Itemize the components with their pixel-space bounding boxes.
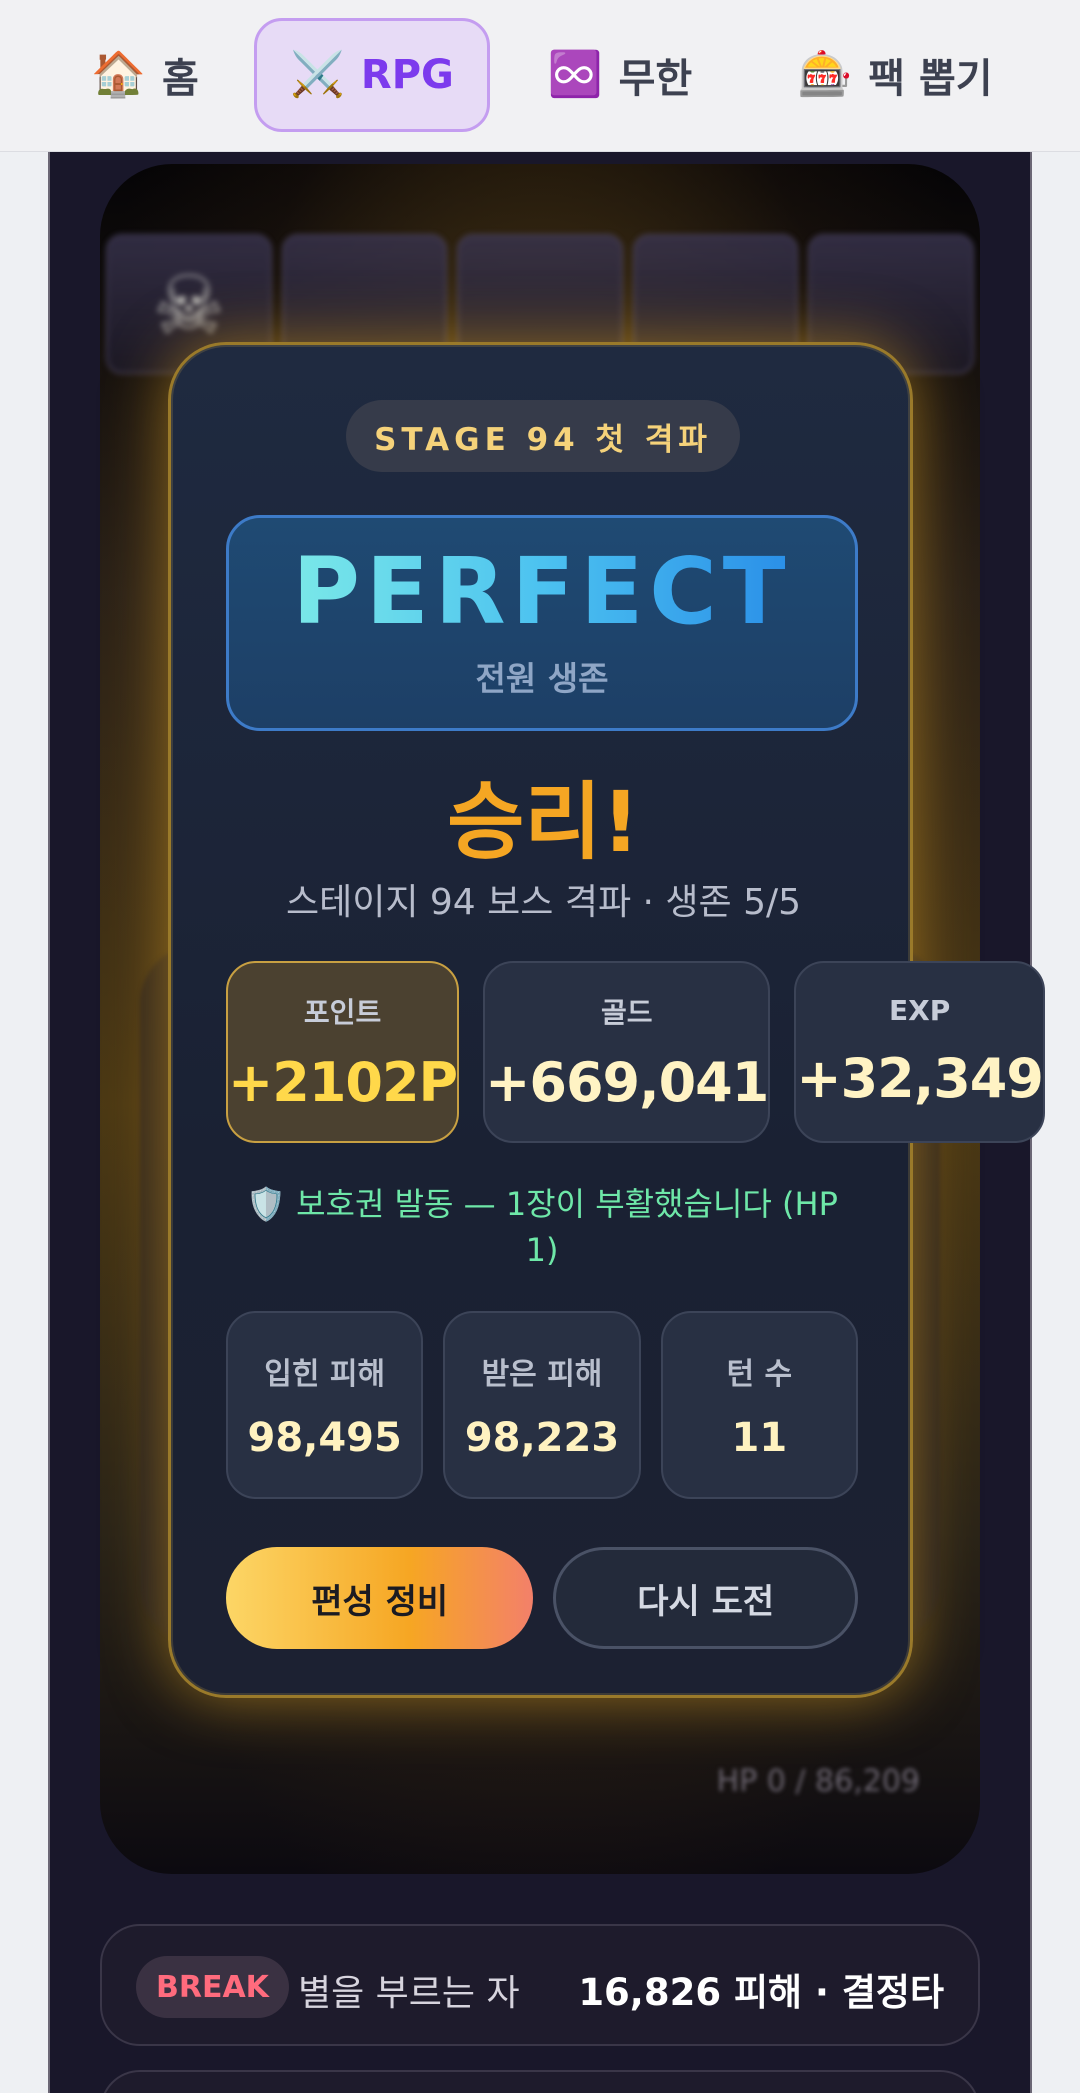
slot-machine-icon: 🎰	[797, 49, 853, 100]
battle-log-item	[100, 2070, 980, 2093]
grade-text: PERFECT	[292, 538, 792, 645]
nav-tab-rpg[interactable]: ⚔️ RPG	[254, 18, 490, 132]
house-icon: 🏠	[91, 49, 146, 100]
battle-stats-row: 입힌 피해 98,495 받은 피해 98,223 턴 수 11	[226, 1311, 858, 1499]
reward-label: 포인트	[303, 995, 382, 1029]
reward-card-exp: EXP +32,349	[794, 961, 1045, 1143]
infinity-icon: ♾️	[547, 49, 603, 100]
nav-tab-home[interactable]: 🏠 홈	[70, 18, 220, 132]
stat-label: 입힌 피해	[264, 1357, 386, 1392]
stat-label: 턴 수	[726, 1357, 793, 1392]
stat-value: 98,223	[464, 1415, 620, 1461]
reward-label: EXP	[889, 994, 951, 1027]
victory-title: 승리!	[447, 773, 640, 871]
edit-formation-button[interactable]: 편성 정비	[226, 1547, 534, 1649]
battle-result-modal: STAGE 94 첫 격파 PERFECT 전원 생존 승리! 스테이지 94 …	[168, 342, 1045, 1698]
nav-tab-label: 홈	[161, 56, 199, 102]
reward-card-gold: 골드 +669,041	[483, 961, 771, 1143]
reward-card-points: 포인트 +2102P	[226, 961, 460, 1143]
nav-tab-label: RPG	[360, 52, 454, 98]
nav-tab-label: 무한	[618, 56, 693, 102]
grade-subtext: 전원 생존	[475, 659, 609, 698]
break-badge: BREAK	[136, 1956, 289, 2018]
nav-tab-infinite[interactable]: ♾️ 무한	[530, 18, 710, 132]
nav-tab-label: 팩 뽑기	[868, 56, 993, 102]
shield-icon: 🛡️	[246, 1185, 286, 1223]
reward-value: +669,041	[485, 1050, 769, 1114]
action-buttons: 편성 정비 다시 도전	[226, 1547, 858, 1649]
stat-label: 받은 피해	[481, 1357, 603, 1392]
stat-card-turns: 턴 수 11	[660, 1311, 858, 1499]
stat-card-damage-taken: 받은 피해 98,223	[443, 1311, 641, 1499]
protect-notice: 🛡️ 보호권 발동 — 1장이 부활했습니다 (HP 1)	[226, 1181, 858, 1274]
log-damage: 16,826 피해 · 결정타	[578, 1971, 944, 2014]
stat-value: 98,495	[247, 1415, 402, 1461]
stat-value: 11	[731, 1415, 788, 1461]
crossed-swords-icon: ⚔️	[290, 49, 345, 100]
top-nav: 🏠 홈 ⚔️ RPG ♾️ 무한 🎰 팩 뽑기	[0, 0, 1080, 152]
stage-badge: STAGE 94 첫 격파	[346, 400, 740, 472]
victory-subtitle: 스테이지 94 보스 격파 · 생존 5/5	[285, 882, 802, 923]
boss-hp-text: HP 0 / 86,209	[716, 1764, 920, 1799]
reward-value: +32,349	[796, 1047, 1044, 1110]
battle-log-item: BREAK 별을 부르는 자 16,826 피해 · 결정타	[100, 1924, 980, 2046]
reward-label: 골드	[600, 995, 653, 1029]
log-skill-name: 별을 부르는 자	[298, 1973, 520, 2014]
stat-card-damage-dealt: 입힌 피해 98,495	[226, 1311, 424, 1499]
reward-row: 포인트 +2102P 골드 +669,041 EXP +32,349	[226, 961, 1045, 1143]
nav-tab-pack[interactable]: 🎰 팩 뽑기	[770, 18, 1020, 132]
protect-text: 보호권 발동 — 1장이 부활했습니다 (HP 1)	[296, 1185, 838, 1270]
grade-banner: PERFECT 전원 생존	[226, 515, 858, 731]
retry-button[interactable]: 다시 도전	[553, 1547, 858, 1649]
reward-value: +2102P	[228, 1050, 458, 1114]
